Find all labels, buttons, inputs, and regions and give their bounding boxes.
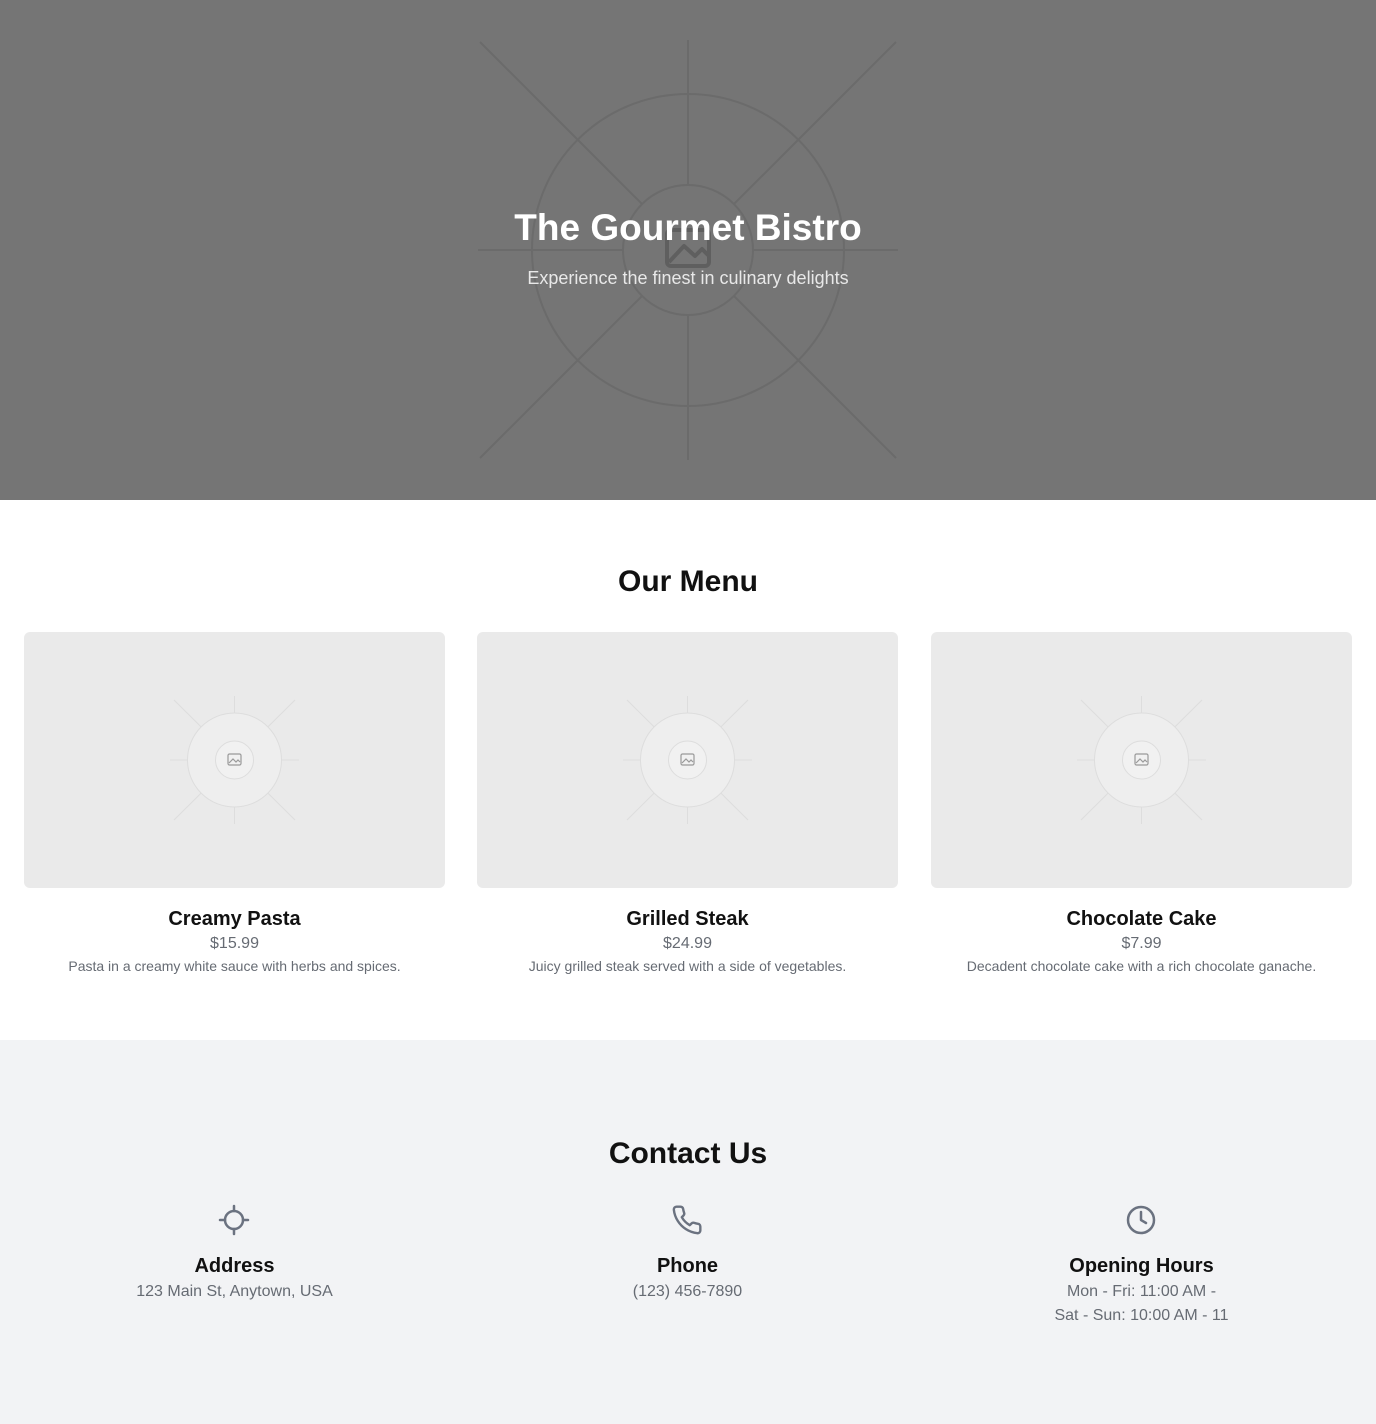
contact-hours: Opening Hours Mon - Fri: 11:00 AM - Sat … — [931, 1200, 1352, 1400]
menu-heading: Our Menu — [618, 565, 758, 598]
menu-item-image — [477, 632, 898, 888]
menu-card: Grilled Steak $24.99 Juicy grilled steak… — [477, 632, 898, 992]
image-placeholder — [623, 696, 752, 824]
menu-item-price: $24.99 — [663, 935, 712, 952]
location-crosshair-icon — [218, 1204, 250, 1236]
contact-hours-label: Opening Hours — [1069, 1255, 1214, 1277]
menu-item-name: Chocolate Cake — [1066, 908, 1217, 930]
menu-item-name: Grilled Steak — [626, 908, 749, 930]
clock-icon — [1126, 1205, 1156, 1235]
menu-item-description: Decadent chocolate cake with a rich choc… — [966, 958, 1317, 974]
menu-item-price: $15.99 — [210, 935, 259, 952]
menu-item-price: $7.99 — [1121, 935, 1162, 952]
contact-section: Contact Us Address 123 Main St, Anytown,… — [0, 1040, 1376, 1424]
menu-item-image — [24, 632, 445, 888]
hero-section: The Gourmet Bistro Experience the finest… — [0, 0, 1376, 500]
menu-item-description: Pasta in a creamy white sauce with herbs… — [68, 958, 401, 974]
menu-card: Chocolate Cake $7.99 Decadent chocolate … — [931, 632, 1352, 992]
contact-phone-label: Phone — [656, 1255, 719, 1277]
phone-icon — [672, 1205, 702, 1235]
hero-title: The Gourmet Bistro — [514, 207, 862, 248]
contact-phone-value[interactable]: (123) 456-7890 — [477, 1280, 898, 1304]
hero-subtitle: Experience the finest in culinary deligh… — [527, 268, 849, 288]
contact-heading: Contact Us — [608, 1137, 768, 1170]
image-placeholder — [170, 696, 299, 824]
menu-item-name: Creamy Pasta — [168, 908, 301, 930]
contact-address: Address 123 Main St, Anytown, USA — [24, 1200, 445, 1400]
menu-item-image — [931, 632, 1352, 888]
contact-address-label: Address — [194, 1255, 275, 1277]
contact-address-value: 123 Main St, Anytown, USA — [136, 1283, 333, 1300]
contact-phone: Phone (123) 456-7890 — [477, 1200, 898, 1400]
menu-item-description: Juicy grilled steak served with a side o… — [528, 958, 847, 974]
contact-hours-weekday: Mon - Fri: 11:00 AM - — [1066, 1283, 1217, 1300]
menu-card: Creamy Pasta $15.99 Pasta in a creamy wh… — [24, 632, 445, 992]
contact-hours-weekend: Sat - Sun: 10:00 AM - 11 — [1054, 1307, 1229, 1324]
image-placeholder — [1077, 696, 1206, 824]
